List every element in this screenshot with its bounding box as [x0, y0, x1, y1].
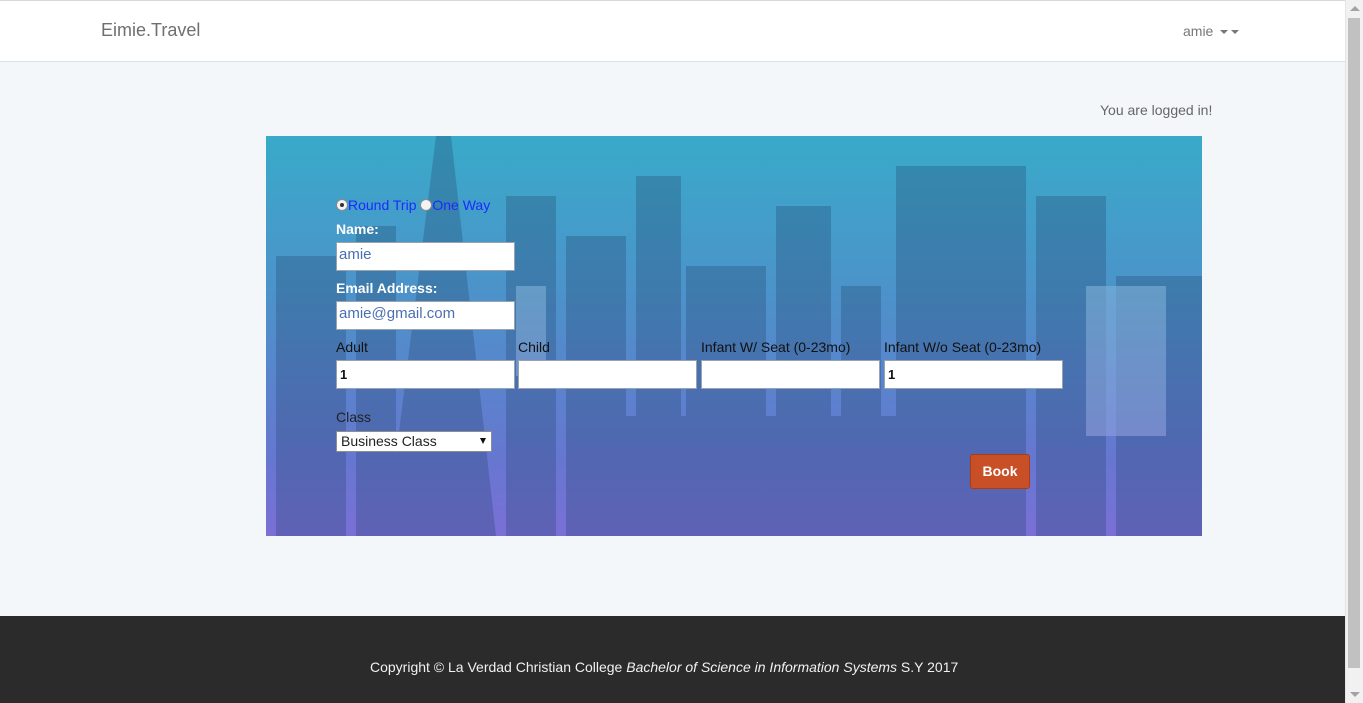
scrollbar-thumb[interactable]	[1348, 18, 1360, 668]
program-name: Bachelor of Science in Information Syste…	[626, 659, 898, 675]
class-label: Class	[336, 409, 372, 425]
infant-with-seat-input[interactable]	[701, 360, 880, 389]
dropdown-arrow-icon	[480, 438, 486, 444]
top-navbar: Eimie.Travel amie	[0, 0, 1345, 62]
name-input[interactable]: amie	[336, 242, 515, 271]
round-trip-radio[interactable]	[336, 199, 348, 211]
child-count-input[interactable]	[518, 360, 697, 389]
infant-with-seat-label: Infant W/ Seat (0-23mo)	[701, 339, 851, 355]
email-input[interactable]: amie@gmail.com	[336, 301, 515, 330]
one-way-radio[interactable]	[420, 199, 433, 211]
scroll-up-icon[interactable]	[1350, 6, 1360, 11]
scroll-down-icon[interactable]	[1350, 692, 1360, 697]
caret-down-icon	[1231, 30, 1240, 35]
child-label: Child	[518, 339, 550, 355]
brand-logo[interactable]: Eimie.Travel	[101, 20, 200, 41]
email-label: Email Address:	[336, 280, 438, 296]
one-way-label[interactable]: One Way	[432, 197, 490, 213]
user-menu-label: amie	[1183, 23, 1214, 39]
page-footer: Copyright © La Verdad Christian College …	[0, 616, 1345, 703]
user-menu-dropdown[interactable]: amie	[1183, 23, 1240, 39]
copyright-prefix: Copyright © La Verdad Christian College	[370, 659, 627, 675]
page-scrollbar[interactable]	[1345, 0, 1363, 703]
infant-without-seat-input[interactable]: 1	[884, 360, 1063, 389]
infant-without-seat-label: Infant W/o Seat (0-23mo)	[884, 339, 1042, 355]
class-selected-value: Business Class	[341, 433, 437, 449]
copyright-text: Copyright © La Verdad Christian College …	[370, 659, 958, 675]
logged-in-message: You are logged in!	[1100, 102, 1213, 118]
round-trip-label[interactable]: Round Trip	[348, 197, 416, 213]
book-button[interactable]: Book	[970, 454, 1030, 489]
adult-count-input[interactable]: 1	[336, 360, 515, 389]
caret-down-icon	[1220, 30, 1229, 35]
booking-form: Round Trip One Way Name: amie Email Addr…	[266, 136, 1202, 536]
trip-type-group: Round Trip One Way	[336, 197, 490, 213]
name-label: Name:	[336, 221, 379, 237]
school-year: S.Y 2017	[897, 659, 959, 675]
booking-panel: Round Trip One Way Name: amie Email Addr…	[266, 136, 1202, 536]
adult-label: Adult	[336, 339, 368, 355]
class-select[interactable]: Business Class	[336, 431, 492, 452]
